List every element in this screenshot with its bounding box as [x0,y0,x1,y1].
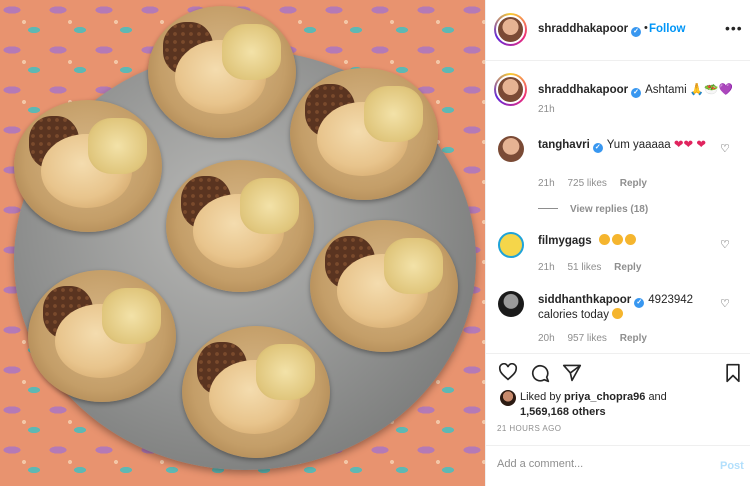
comment-likes[interactable]: 725 likes [567,178,606,189]
leaf-bowl [166,160,314,292]
commenter-username[interactable]: siddhanthkapoor ✓ [538,294,645,308]
verified-icon: ✓ [631,27,642,37]
more-icon[interactable]: ••• [725,20,743,36]
reply-button[interactable]: Reply [620,178,647,189]
comment-likes[interactable]: 957 likes [567,333,606,344]
view-replies-button[interactable]: View replies (18) [538,204,648,215]
red-heart-emoji: ❤❤ ❤ [673,139,707,151]
post-timestamp: 21 HOURS AGO [497,424,562,433]
heart-icon[interactable]: ♡ [720,297,730,310]
comment-likes[interactable]: 51 likes [567,262,601,273]
leaf-bowl [182,326,330,458]
commenter-username[interactable]: filmygags [538,235,592,247]
liked-by-prefix: Liked by [520,391,561,403]
comment-input[interactable] [497,458,697,470]
author-avatar[interactable] [494,13,527,46]
leaf-bowl [14,100,162,232]
post-header: shraddhakapoor ✓ • Follow ••• [486,0,750,61]
separator-dot: • [644,22,648,34]
post-button[interactable]: Post [720,460,744,472]
likes-count[interactable]: 1,569,168 others [520,406,606,418]
commenter-avatar[interactable] [498,136,524,162]
caption-time: 21h [538,104,555,115]
comment-icon[interactable] [530,363,550,383]
liker-avatar[interactable] [500,390,516,406]
comment-text: Yum yaaaaa [606,139,671,151]
instagram-post: shraddhakapoor ✓ • Follow ••• shraddhakap… [0,0,750,486]
liked-by-and: and [648,391,667,403]
caption-avatar[interactable] [494,73,527,106]
commenter-username[interactable]: tanghavri ✓ [538,139,603,153]
commenter-avatar[interactable] [498,291,524,317]
laughing-emoji [612,308,624,319]
caption-text: Ashtami 🙏🥗💜 [645,84,733,96]
leaf-bowl [28,270,176,402]
follow-button[interactable]: Follow [649,23,685,35]
reply-button[interactable]: Reply [614,262,641,273]
heart-icon[interactable]: ♡ [720,238,730,251]
comment-time: 21h [538,262,555,273]
comment-time: 20h [538,333,555,344]
share-icon[interactable] [562,363,582,382]
leaf-bowl [290,68,438,200]
leaf-bowl [310,220,458,352]
commenter-avatar[interactable] [498,232,524,258]
verified-icon: ✓ [592,143,603,153]
verified-icon: ✓ [631,88,642,98]
comment-time: 21h [538,178,555,189]
reply-button[interactable]: Reply [620,333,647,344]
post-side-panel: shraddhakapoor ✓ • Follow ••• shraddhakap… [485,0,750,486]
laughing-emoji [598,234,638,247]
liker-username[interactable]: priya_chopra96 [564,391,645,403]
heart-icon[interactable]: ♡ [720,142,730,155]
heart-icon[interactable] [498,363,518,381]
action-bar [486,353,750,393]
add-comment-bar: Post [486,445,750,486]
author-username[interactable]: shraddhakapoor ✓ [538,23,642,37]
leaf-bowl [148,6,296,138]
bookmark-icon[interactable] [724,363,742,383]
verified-icon: ✓ [634,298,645,308]
caption-username[interactable]: shraddhakapoor ✓ [538,84,642,98]
post-photo[interactable] [0,0,485,486]
